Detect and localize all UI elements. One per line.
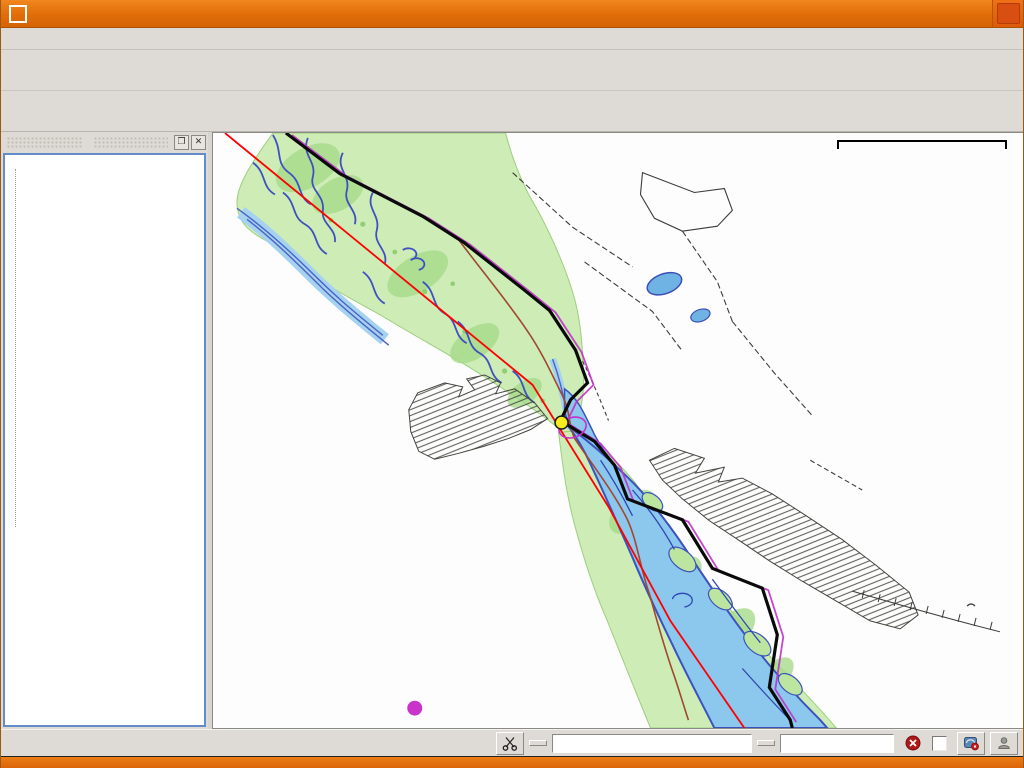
window-menu-icon[interactable] bbox=[9, 5, 27, 23]
toolbar-file bbox=[1, 50, 1023, 91]
render-checkbox-box[interactable] bbox=[932, 736, 947, 751]
menubar bbox=[1, 28, 1023, 50]
user-icon bbox=[996, 735, 1012, 751]
toggle-extents-button[interactable] bbox=[496, 732, 524, 755]
close-button[interactable] bbox=[997, 3, 1020, 24]
toolbar-navigation bbox=[1, 91, 1023, 132]
scalebar-bracket bbox=[837, 140, 1007, 149]
qgis-window: ❐ ✕ bbox=[0, 0, 1024, 768]
scale-label bbox=[757, 740, 775, 746]
toggle-extents-icon bbox=[502, 735, 518, 751]
point-marker-magenta[interactable] bbox=[407, 701, 422, 716]
panel-float-icon[interactable]: ❐ bbox=[174, 135, 189, 150]
scale-input[interactable] bbox=[780, 734, 894, 753]
scanned-topo-raster bbox=[237, 133, 1000, 728]
stop-rendering-button[interactable] bbox=[899, 732, 927, 755]
window-bottom-frame bbox=[1, 756, 1023, 768]
render-checkbox[interactable] bbox=[932, 736, 952, 751]
stop-rendering-icon bbox=[905, 735, 921, 751]
selected-point-marker[interactable] bbox=[555, 416, 568, 429]
crs-status-icon bbox=[963, 735, 979, 751]
coordinate-label bbox=[529, 740, 547, 746]
titlebar[interactable] bbox=[1, 0, 1023, 28]
scalebar bbox=[837, 139, 1013, 149]
panel-drag-texture[interactable] bbox=[94, 137, 169, 148]
statusbar bbox=[1, 729, 1023, 756]
coordinate-input[interactable] bbox=[552, 734, 752, 753]
layers-panel-header: ❐ ✕ bbox=[1, 132, 208, 153]
map-canvas[interactable] bbox=[212, 132, 1023, 729]
map-render bbox=[213, 133, 1023, 728]
panel-drag-texture[interactable] bbox=[7, 137, 82, 148]
window-controls bbox=[992, 0, 1023, 27]
user-button[interactable] bbox=[990, 732, 1018, 755]
tree-guide-line bbox=[15, 169, 16, 527]
panel-close-icon[interactable]: ✕ bbox=[191, 135, 206, 150]
crs-status-button[interactable] bbox=[957, 732, 985, 755]
layers-tree bbox=[3, 153, 206, 727]
layers-panel: ❐ ✕ bbox=[1, 132, 208, 729]
